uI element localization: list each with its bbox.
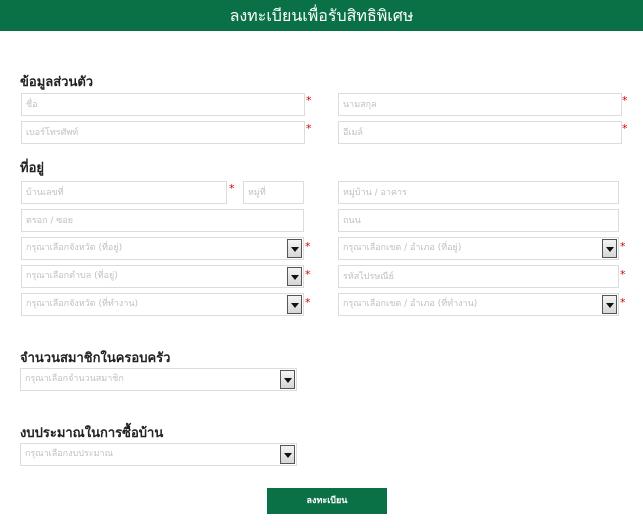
required-mark: * (229, 182, 235, 195)
first-name-field[interactable] (21, 93, 305, 116)
required-mark: * (620, 240, 626, 253)
required-mark: * (306, 122, 312, 135)
soi-field[interactable] (21, 209, 304, 232)
road-input[interactable] (343, 210, 618, 231)
subdistrict-home-select-value: กรุณาเลือกตำบล (ที่อยู่) (26, 271, 118, 281)
village-input[interactable] (343, 182, 618, 203)
register-button[interactable]: ลงทะเบียน (267, 488, 387, 514)
district-work-select[interactable]: กรุณาเลือกเขต / อำเภอ (ที่ทำงาน) (338, 293, 619, 316)
family-members-select[interactable]: กรุณาเลือกจำนวนสมาชิก (20, 368, 297, 391)
required-mark: * (622, 94, 628, 107)
required-mark: * (620, 296, 626, 309)
province-work-select[interactable]: กรุณาเลือกจังหวัด (ที่ทำงาน) (21, 293, 304, 316)
chevron-down-icon[interactable] (602, 239, 617, 258)
postcode-field[interactable] (338, 265, 619, 288)
page-header: ลงทะเบียนเพื่อรับสิทธิพิเศษ (0, 0, 643, 31)
postcode-input[interactable] (343, 266, 618, 287)
soi-input[interactable] (26, 210, 303, 231)
required-mark: * (306, 94, 312, 107)
chevron-down-icon[interactable] (287, 267, 302, 286)
last-name-field[interactable] (338, 93, 622, 116)
district-home-select-value: กรุณาเลือกเขต / อำเภอ (ที่อยู่) (343, 243, 462, 253)
house-number-input[interactable] (26, 182, 226, 203)
required-mark: * (305, 268, 311, 281)
moo-input[interactable] (248, 182, 303, 203)
first-name-input[interactable] (26, 94, 304, 115)
chevron-down-icon[interactable] (287, 295, 302, 314)
email-field[interactable] (338, 121, 622, 144)
phone-input[interactable] (26, 122, 304, 143)
chevron-down-icon[interactable] (280, 445, 295, 464)
email-input[interactable] (343, 122, 621, 143)
subdistrict-home-select[interactable]: กรุณาเลือกตำบล (ที่อยู่) (21, 265, 304, 288)
house-number-field[interactable] (21, 181, 227, 204)
required-mark: * (305, 240, 311, 253)
chevron-down-icon[interactable] (602, 295, 617, 314)
chevron-down-icon[interactable] (287, 239, 302, 258)
province-home-select-value: กรุณาเลือกจังหวัด (ที่อยู่) (26, 243, 123, 253)
page-title: ลงทะเบียนเพื่อรับสิทธิพิเศษ (229, 6, 414, 25)
village-field[interactable] (338, 181, 619, 204)
district-home-select[interactable]: กรุณาเลือกเขต / อำเภอ (ที่อยู่) (338, 237, 619, 260)
budget-select[interactable]: กรุณาเลือกงบประมาณ (20, 443, 297, 466)
moo-field[interactable] (243, 181, 304, 204)
section-title-address: ที่อยู่ (20, 161, 44, 176)
province-home-select[interactable]: กรุณาเลือกจังหวัด (ที่อยู่) (21, 237, 304, 260)
family-members-select-value: กรุณาเลือกจำนวนสมาชิก (25, 374, 124, 384)
required-mark: * (620, 268, 626, 281)
district-work-select-value: กรุณาเลือกเขต / อำเภอ (ที่ทำงาน) (343, 299, 478, 309)
last-name-input[interactable] (343, 94, 621, 115)
section-title-budget: งบประมาณในการซื้อบ้าน (20, 426, 164, 441)
chevron-down-icon[interactable] (280, 370, 295, 389)
province-work-select-value: กรุณาเลือกจังหวัด (ที่ทำงาน) (26, 299, 139, 309)
road-field[interactable] (338, 209, 619, 232)
required-mark: * (622, 122, 628, 135)
section-title-family: จำนวนสมาชิกในครอบครัว (20, 351, 171, 366)
required-mark: * (305, 296, 311, 309)
section-title-personal: ข้อมูลส่วนตัว (20, 75, 94, 90)
phone-field[interactable] (21, 121, 305, 144)
budget-select-value: กรุณาเลือกงบประมาณ (25, 449, 113, 459)
